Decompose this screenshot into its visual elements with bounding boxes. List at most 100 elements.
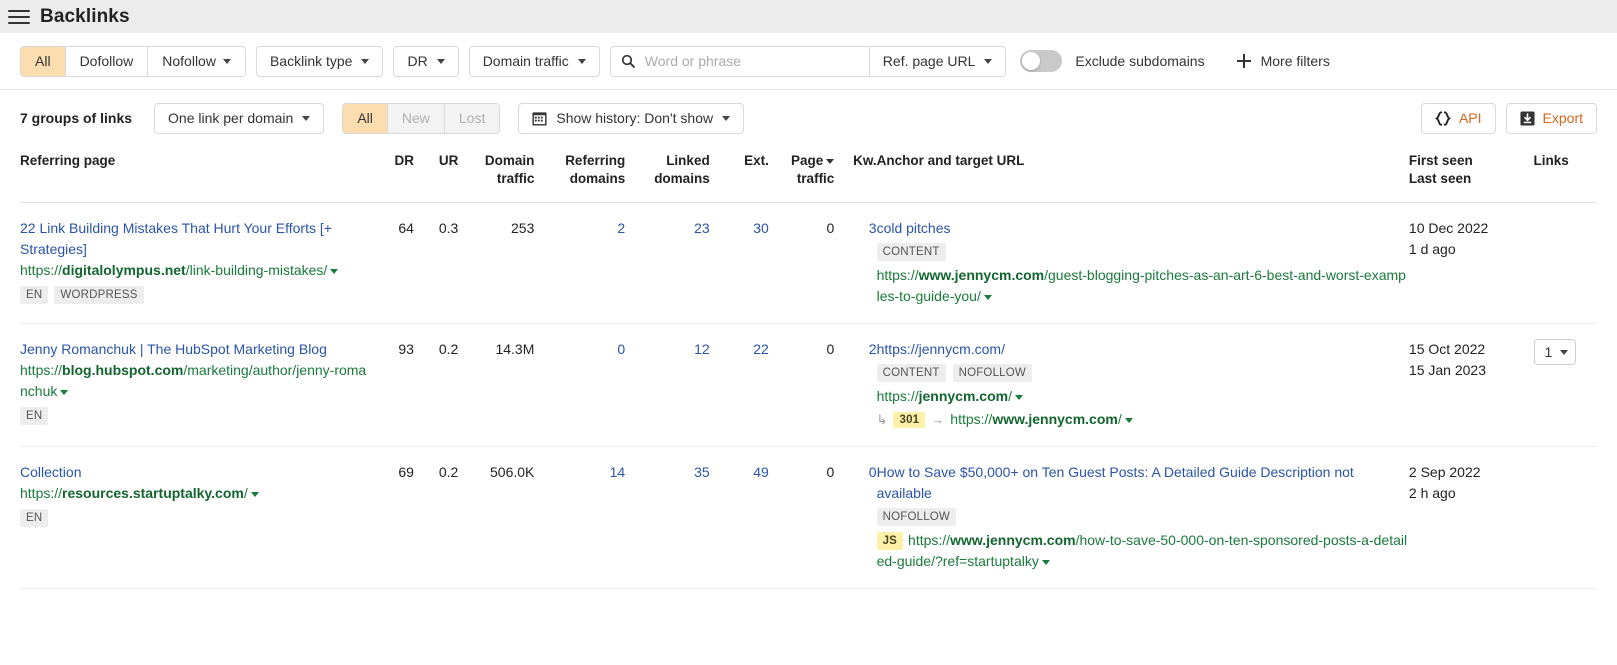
referring-page-title[interactable]: Collection	[20, 464, 81, 480]
links-count-dropdown[interactable]: 1	[1534, 339, 1577, 365]
cell-page-traffic: 0	[769, 447, 834, 589]
badge-content: CONTENT	[877, 364, 946, 382]
col-referring-domains-label2: domains	[534, 170, 625, 188]
col-links[interactable]: Links	[1534, 146, 1597, 203]
cell-ext[interactable]: 22	[710, 324, 769, 447]
target-url[interactable]: JShttps://www.jennycm.com/how-to-save-50…	[877, 530, 1409, 572]
filter-all-label: All	[35, 53, 51, 69]
anchor-text[interactable]: cold pitches	[877, 218, 1409, 239]
col-referring-page-label: Referring page	[20, 153, 115, 168]
cell-page-traffic: 0	[769, 324, 834, 447]
more-filters-button[interactable]: More filters	[1237, 53, 1330, 69]
referring-page-url[interactable]: https://resources.startuptalky.com/	[20, 483, 374, 504]
cell-seen: 2 Sep 2022 2 h ago	[1409, 447, 1534, 589]
follow-type-segmented-control: All Dofollow Nofollow	[20, 46, 246, 77]
col-first-seen-label: First seen	[1409, 152, 1534, 170]
table-row: 22 Link Building Mistakes That Hurt Your…	[20, 203, 1597, 324]
col-ur[interactable]: UR	[414, 146, 458, 203]
export-button[interactable]: Export	[1506, 103, 1597, 134]
tab-lost[interactable]: Lost	[445, 104, 499, 133]
anchor-text[interactable]: https://jennycm.com/	[877, 339, 1409, 360]
filter-nofollow-button[interactable]: Nofollow	[148, 47, 245, 76]
referring-page-url[interactable]: https://blog.hubspot.com/marketing/autho…	[20, 360, 374, 402]
col-page-traffic-label1: Page	[791, 153, 823, 168]
anchor-badges: CONTENT	[877, 243, 1409, 261]
col-page-traffic-line1: Page	[769, 152, 834, 170]
plus-icon	[1237, 54, 1251, 68]
show-history-label: Show history: Don't show	[556, 110, 713, 126]
col-linked-domains-label1: Linked	[625, 152, 710, 170]
chevron-down-icon	[984, 59, 992, 64]
redirect-target-url[interactable]: https://www.jennycm.com/	[950, 409, 1132, 430]
referring-page-url[interactable]: https://digitalolympus.net/link-building…	[20, 260, 374, 281]
tab-all[interactable]: All	[343, 104, 388, 133]
dr-filter[interactable]: DR	[393, 46, 458, 77]
domain-traffic-label: Domain traffic	[483, 53, 569, 69]
col-referring-page[interactable]: Referring page	[20, 146, 374, 203]
chevron-down-icon	[251, 492, 259, 497]
cell-links	[1534, 447, 1597, 589]
referring-page-title[interactable]: Jenny Romanchuk | The HubSpot Marketing …	[20, 341, 327, 357]
domain-traffic-filter[interactable]: Domain traffic	[469, 46, 600, 77]
referring-page-title[interactable]: 22 Link Building Mistakes That Hurt Your…	[20, 220, 332, 257]
cell-dr: 69	[374, 447, 414, 589]
search-input[interactable]	[643, 52, 859, 70]
target-url[interactable]: https://jennycm.com/	[877, 386, 1409, 407]
col-ext[interactable]: Ext.	[710, 146, 769, 203]
grouping-dropdown[interactable]: One link per domain	[154, 103, 324, 134]
col-domain-traffic-label2: traffic	[458, 170, 534, 188]
search-scope-label: Ref. page URL	[883, 53, 976, 69]
filter-dofollow-button[interactable]: Dofollow	[66, 47, 149, 76]
search-icon	[621, 54, 635, 68]
cell-ext[interactable]: 30	[710, 203, 769, 324]
hamburger-icon[interactable]	[8, 6, 30, 28]
cell-linked-domains[interactable]: 12	[625, 324, 710, 447]
state-segmented-control: All New Lost	[342, 103, 500, 134]
col-domain-traffic[interactable]: Domain traffic	[458, 146, 534, 203]
col-kw[interactable]: Kw.	[834, 146, 876, 203]
col-page-traffic[interactable]: Page traffic	[769, 146, 834, 203]
cell-domain-traffic: 506.0K	[458, 447, 534, 589]
cell-kw[interactable]: 2	[834, 324, 876, 447]
results-toolbar: 7 groups of links One link per domain Al…	[0, 90, 1617, 146]
cell-linked-domains[interactable]: 35	[625, 447, 710, 589]
cell-referring-domains[interactable]: 14	[534, 447, 625, 589]
col-anchor-target[interactable]: Anchor and target URL	[877, 146, 1409, 203]
cell-referring-page: Collection https://resources.startuptalk…	[20, 447, 374, 589]
filter-all-button[interactable]: All	[21, 47, 66, 76]
col-dr[interactable]: DR	[374, 146, 414, 203]
cell-links: 1	[1534, 324, 1597, 447]
cell-referring-domains[interactable]: 2	[534, 203, 625, 324]
chevron-down-icon	[330, 269, 338, 274]
js-icon: JS	[877, 532, 903, 550]
backlink-type-filter[interactable]: Backlink type	[256, 46, 383, 77]
cell-referring-domains[interactable]: 0	[534, 324, 625, 447]
anchor-badges: NOFOLLOW	[877, 508, 1409, 526]
table-row: Collection https://resources.startuptalk…	[20, 447, 1597, 589]
redirect-row[interactable]: ↳301→https://www.jennycm.com/	[877, 409, 1409, 430]
search-scope-dropdown[interactable]: Ref. page URL	[870, 47, 1006, 76]
first-seen-value: 10 Dec 2022	[1409, 218, 1534, 239]
cell-linked-domains[interactable]: 23	[625, 203, 710, 324]
show-history-dropdown[interactable]: Show history: Don't show	[518, 103, 744, 134]
last-seen-value: 1 d ago	[1409, 239, 1534, 260]
cell-seen: 10 Dec 2022 1 d ago	[1409, 203, 1534, 324]
target-url[interactable]: https://www.jennycm.com/guest-blogging-p…	[877, 265, 1409, 307]
cell-ext[interactable]: 49	[710, 447, 769, 589]
col-linked-domains-label2: domains	[625, 170, 710, 188]
badge-en: EN	[20, 407, 48, 425]
tab-new[interactable]: New	[388, 104, 445, 133]
anchor-text[interactable]: How to Save $50,000+ on Ten Guest Posts:…	[877, 462, 1409, 504]
chevron-down-icon	[302, 116, 310, 121]
chevron-down-icon	[984, 295, 992, 300]
cell-kw[interactable]: 3	[834, 203, 876, 324]
col-referring-domains[interactable]: Referring domains	[534, 146, 625, 203]
cell-links	[1534, 203, 1597, 324]
col-linked-domains[interactable]: Linked domains	[625, 146, 710, 203]
sort-desc-icon	[826, 159, 834, 164]
chevron-down-icon	[361, 59, 369, 64]
exclude-subdomains-toggle[interactable]	[1020, 50, 1062, 72]
api-button[interactable]: API	[1421, 103, 1496, 134]
col-seen[interactable]: First seen Last seen	[1409, 146, 1534, 203]
cell-kw[interactable]: 0	[834, 447, 876, 589]
